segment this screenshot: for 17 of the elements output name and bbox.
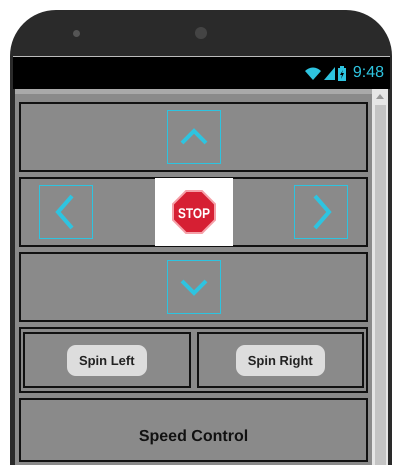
down-arrow-button[interactable]	[166, 260, 220, 314]
spin-button[interactable]: Spin Right	[236, 344, 325, 376]
speed-control-label: Speed Control	[138, 428, 248, 446]
sensor-icon	[73, 30, 80, 36]
stop-button[interactable]: STOP	[154, 178, 232, 246]
signal-icon	[324, 66, 335, 80]
camera-icon	[195, 27, 207, 39]
stop-sign-icon: STOP	[170, 188, 218, 236]
clock-time: 9:48	[352, 64, 384, 82]
battery-icon	[338, 66, 346, 80]
spin-button[interactable]: Spin Left	[66, 344, 147, 376]
wifi-icon	[304, 66, 321, 80]
scroll-up-icon[interactable]	[376, 93, 384, 99]
up-arrow-button[interactable]	[166, 110, 220, 164]
right-arrow-button[interactable]	[294, 185, 348, 239]
scrollbar[interactable]	[372, 89, 388, 465]
left-arrow-button[interactable]	[39, 185, 93, 239]
